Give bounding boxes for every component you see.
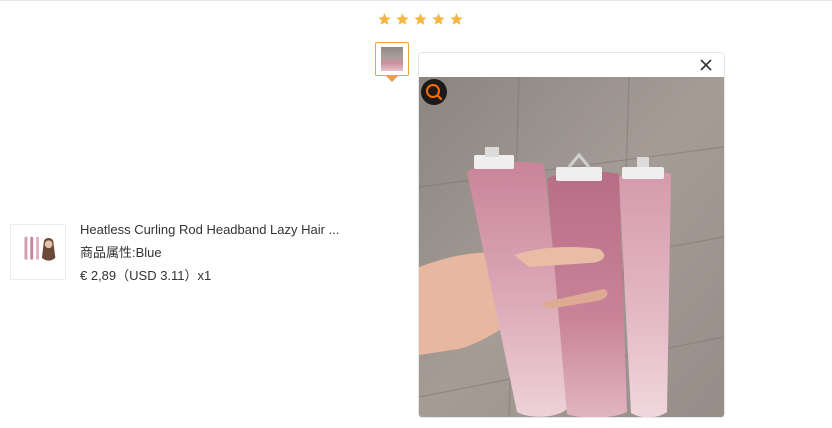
viewer-header xyxy=(419,53,724,77)
product-image xyxy=(11,225,65,279)
star-icon xyxy=(378,13,391,25)
review-photo xyxy=(419,77,724,417)
attribute-label: 商品属性: xyxy=(80,245,136,260)
product-attribute: 商品属性:Blue xyxy=(80,245,350,261)
thumbnail-selected-caret xyxy=(386,76,398,82)
star-icon xyxy=(450,13,463,25)
thumbnail-image xyxy=(381,47,403,71)
top-divider xyxy=(0,0,832,1)
search-icon xyxy=(426,84,443,101)
rating-stars xyxy=(377,12,464,27)
product-price: € 2,89（USD 3.11）x1 xyxy=(80,268,212,283)
product-thumbnail[interactable] xyxy=(10,224,66,280)
review-photo-thumbnail[interactable] xyxy=(375,42,409,76)
star-icon xyxy=(396,13,409,25)
attribute-value: Blue xyxy=(135,245,162,260)
zoom-button[interactable] xyxy=(421,79,447,105)
star-icon xyxy=(414,13,427,25)
product-card xyxy=(10,224,66,280)
close-icon[interactable] xyxy=(698,57,714,73)
product-info: Heatless Curling Rod Headband Lazy Hair … xyxy=(80,222,350,284)
star-icon xyxy=(432,13,445,25)
photo-viewer xyxy=(418,52,725,418)
product-title[interactable]: Heatless Curling Rod Headband Lazy Hair … xyxy=(80,222,340,238)
